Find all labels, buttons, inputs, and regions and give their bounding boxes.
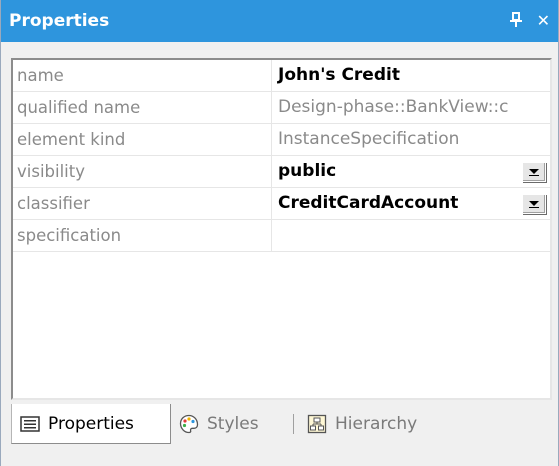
property-name: element kind	[13, 124, 272, 156]
property-name: visibility	[13, 156, 272, 188]
property-name: specification	[13, 220, 272, 252]
pin-icon[interactable]	[509, 11, 523, 31]
hierarchy-icon	[307, 414, 327, 434]
palette-icon	[179, 414, 199, 434]
property-row-qualified-name[interactable]: qualified name Design-phase::BankView::c	[13, 92, 550, 124]
property-name: name	[13, 60, 272, 92]
property-name: qualified name	[13, 92, 272, 124]
property-value-visibility[interactable]: public	[272, 156, 550, 188]
property-value-specification[interactable]	[272, 220, 550, 252]
property-row-specification[interactable]: specification	[13, 220, 550, 252]
tab-properties-label: Properties	[48, 413, 134, 434]
tab-hierarchy[interactable]: Hierarchy	[307, 404, 417, 444]
chevron-down-icon	[529, 201, 539, 208]
chevron-down-icon	[529, 169, 539, 176]
property-row-visibility[interactable]: visibility public	[13, 156, 550, 188]
property-grid: name John's Credit qualified name Design…	[11, 58, 552, 400]
property-value-qualified-name: Design-phase::BankView::c	[278, 97, 509, 117]
tab-styles-label: Styles	[207, 414, 259, 434]
property-value-element-kind: InstanceSpecification	[278, 129, 460, 149]
title-bar-buttons: ✕	[509, 0, 550, 42]
tab-properties[interactable]: Properties	[11, 404, 171, 444]
tab-separator	[293, 414, 294, 434]
tab-bar: Properties Styles Hierarchy	[1, 404, 558, 466]
property-name: classifier	[13, 188, 272, 220]
property-row-element-kind[interactable]: element kind InstanceSpecification	[13, 124, 550, 156]
properties-list-icon	[20, 415, 40, 432]
close-icon[interactable]: ✕	[537, 13, 550, 29]
title-bar: Properties ✕	[1, 0, 558, 42]
property-value-name[interactable]: John's Credit	[272, 60, 550, 92]
classifier-dropdown-button[interactable]	[522, 194, 546, 214]
visibility-value-text: public	[278, 161, 337, 181]
property-row-name[interactable]: name John's Credit	[13, 60, 550, 92]
property-value-classifier[interactable]: CreditCardAccount	[272, 188, 550, 220]
property-row-classifier[interactable]: classifier CreditCardAccount	[13, 188, 550, 220]
properties-window: Properties ✕ name John's Credit qualifie…	[0, 0, 559, 466]
tab-hierarchy-label: Hierarchy	[335, 414, 418, 434]
tab-styles[interactable]: Styles	[179, 404, 259, 444]
classifier-value-text: CreditCardAccount	[278, 193, 459, 213]
window-title: Properties	[9, 11, 110, 31]
visibility-dropdown-button[interactable]	[522, 162, 546, 182]
